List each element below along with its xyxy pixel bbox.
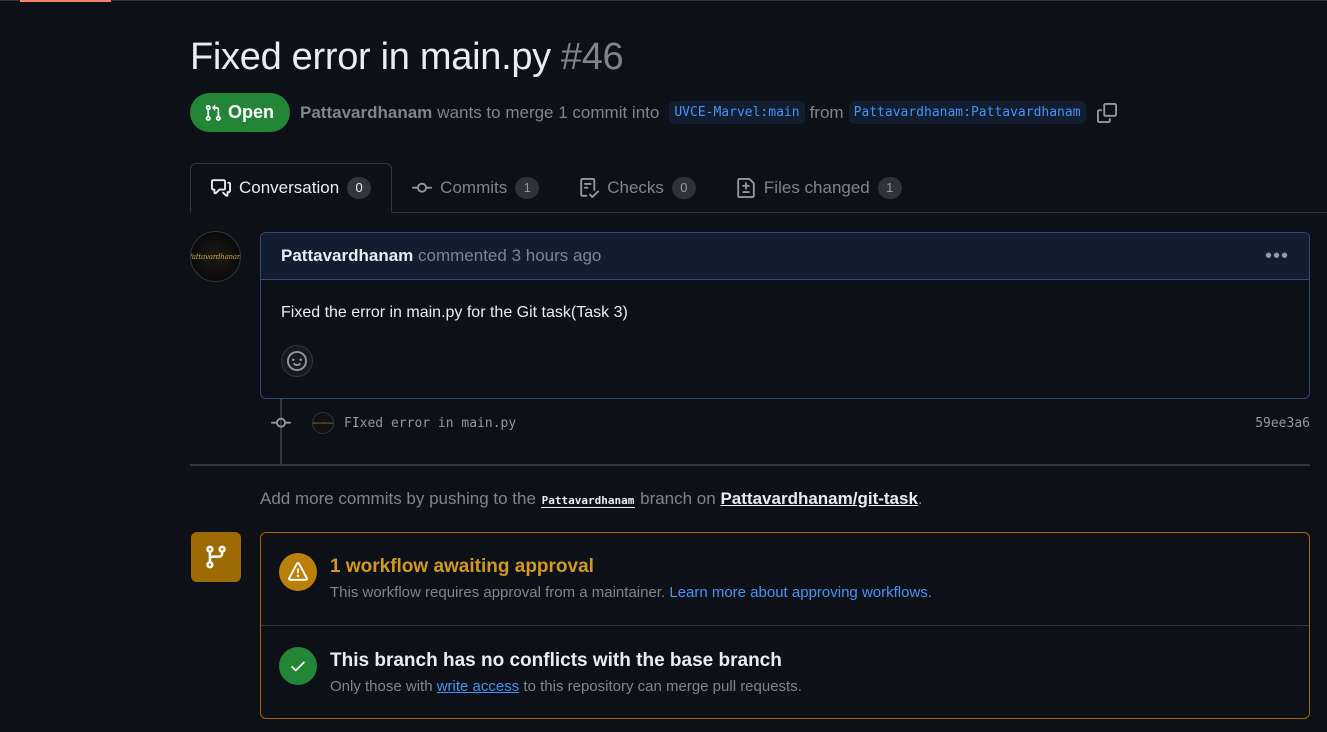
workflow-description: This workflow requires approval from a m… bbox=[330, 584, 932, 601]
tab-commits[interactable]: Commits 1 bbox=[392, 164, 559, 212]
push-note-suffix: . bbox=[917, 489, 923, 508]
comment-discussion-icon bbox=[211, 178, 231, 198]
learn-more-link[interactable]: Learn more about approving workflows. bbox=[669, 584, 932, 601]
comment-header: Pattavardhanam commented 3 hours ago ••• bbox=[261, 233, 1309, 280]
repo-link[interactable]: Pattavardhanam/git-task bbox=[720, 489, 917, 508]
workflow-title: 1 workflow awaiting approval bbox=[330, 556, 594, 577]
avatar-signature: Pattavardhanam bbox=[190, 252, 241, 261]
base-branch-label[interactable]: UVCE-Marvel:main bbox=[669, 101, 805, 124]
commit-message-link[interactable]: FIxed error in main.py bbox=[344, 416, 516, 431]
conflicts-text: This branch has no conflicts with the ba… bbox=[330, 647, 802, 695]
tab-checks[interactable]: Checks 0 bbox=[559, 164, 716, 212]
top-accent-bar bbox=[20, 0, 111, 2]
alert-icon bbox=[279, 553, 317, 591]
push-note-middle: branch on bbox=[640, 489, 716, 508]
pr-state-badge: Open bbox=[190, 93, 291, 132]
workflow-text: 1 workflow awaiting approval This workfl… bbox=[330, 553, 932, 601]
pr-number: #46 bbox=[560, 36, 624, 78]
comment-time[interactable]: 3 hours ago bbox=[512, 246, 602, 265]
conflicts-description: Only those with write access to this rep… bbox=[330, 678, 802, 695]
commit-sha-link[interactable]: 59ee3a6 bbox=[1255, 416, 1310, 431]
timeline-divider bbox=[190, 464, 1310, 466]
pr-title: Fixed error in main.py #46 bbox=[190, 36, 624, 79]
comment-author[interactable]: Pattavardhanam bbox=[281, 246, 413, 265]
tab-files-changed-label: Files changed bbox=[763, 178, 870, 197]
smiley-icon bbox=[287, 351, 307, 371]
merge-text: wants to merge 1 commit into bbox=[437, 102, 660, 122]
top-border bbox=[0, 0, 1327, 1]
pr-title-text: Fixed error in main.py bbox=[190, 36, 551, 78]
workflow-approval-section: 1 workflow awaiting approval This workfl… bbox=[261, 553, 1309, 601]
tab-files-changed-count: 1 bbox=[877, 177, 902, 199]
comment-action: commented bbox=[418, 246, 507, 265]
file-diff-icon bbox=[736, 178, 756, 198]
kebab-menu-icon[interactable]: ••• bbox=[1265, 246, 1289, 266]
workflow-desc-text: This workflow requires approval from a m… bbox=[330, 584, 666, 601]
pr-tabs: Conversation 0 Commits 1 Checks 0 Files … bbox=[190, 163, 1327, 213]
comment-body: Fixed the error in main.py for the Git t… bbox=[281, 304, 628, 321]
conflicts-section: This branch has no conflicts with the ba… bbox=[261, 647, 1309, 695]
tab-files-changed[interactable]: Files changed 1 bbox=[716, 164, 922, 212]
push-note-branch: Pattavardhanam bbox=[540, 494, 636, 508]
pr-merge-summary: Pattavardhanam wants to merge 1 commit i… bbox=[300, 101, 1117, 124]
head-branch-label[interactable]: Pattavardhanam:Pattavardhanam bbox=[848, 101, 1086, 124]
add-reaction-button[interactable] bbox=[281, 345, 313, 377]
copy-icon[interactable] bbox=[1096, 102, 1117, 123]
conflicts-title: This branch has no conflicts with the ba… bbox=[330, 650, 782, 671]
git-commit-icon bbox=[412, 178, 433, 198]
write-access-link[interactable]: write access bbox=[437, 678, 520, 695]
conflicts-desc-suffix: to this repository can merge pull reques… bbox=[523, 678, 802, 695]
commit-avatar-signature: Pattavardhanam bbox=[312, 421, 333, 425]
pr-author-link[interactable]: Pattavardhanam bbox=[300, 103, 432, 123]
tab-conversation-label: Conversation bbox=[239, 178, 340, 197]
from-text: from bbox=[809, 102, 844, 122]
conflicts-desc-prefix: Only those with bbox=[330, 678, 433, 695]
commit-author-avatar[interactable]: Pattavardhanam bbox=[312, 412, 334, 434]
tab-commits-count: 1 bbox=[515, 177, 540, 199]
git-commit-icon bbox=[270, 413, 292, 433]
author-avatar[interactable]: Pattavardhanam bbox=[190, 231, 241, 282]
tab-checks-label: Checks bbox=[607, 178, 664, 197]
tab-commits-label: Commits bbox=[440, 178, 508, 197]
tab-conversation[interactable]: Conversation 0 bbox=[190, 163, 393, 213]
check-icon bbox=[279, 647, 317, 685]
tab-checks-count: 0 bbox=[671, 177, 696, 199]
tab-conversation-count: 0 bbox=[347, 177, 372, 199]
push-note-prefix: Add more commits by pushing to the bbox=[260, 489, 536, 508]
comment-meta: Pattavardhanam commented 3 hours ago bbox=[281, 246, 601, 266]
merge-box-separator bbox=[261, 625, 1309, 626]
merge-box: 1 workflow awaiting approval This workfl… bbox=[260, 532, 1310, 719]
push-note: Add more commits by pushing to the Patta… bbox=[260, 489, 923, 509]
pr-state-label: Open bbox=[228, 102, 275, 122]
git-pull-request-icon bbox=[204, 104, 222, 122]
git-merge-icon bbox=[191, 532, 241, 582]
comment-card: Pattavardhanam commented 3 hours ago •••… bbox=[260, 232, 1310, 399]
pr-meta: Open Pattavardhanam wants to merge 1 com… bbox=[190, 93, 1117, 132]
checklist-icon bbox=[579, 178, 600, 198]
commit-row: Pattavardhanam FIxed error in main.py 59… bbox=[270, 408, 1310, 438]
